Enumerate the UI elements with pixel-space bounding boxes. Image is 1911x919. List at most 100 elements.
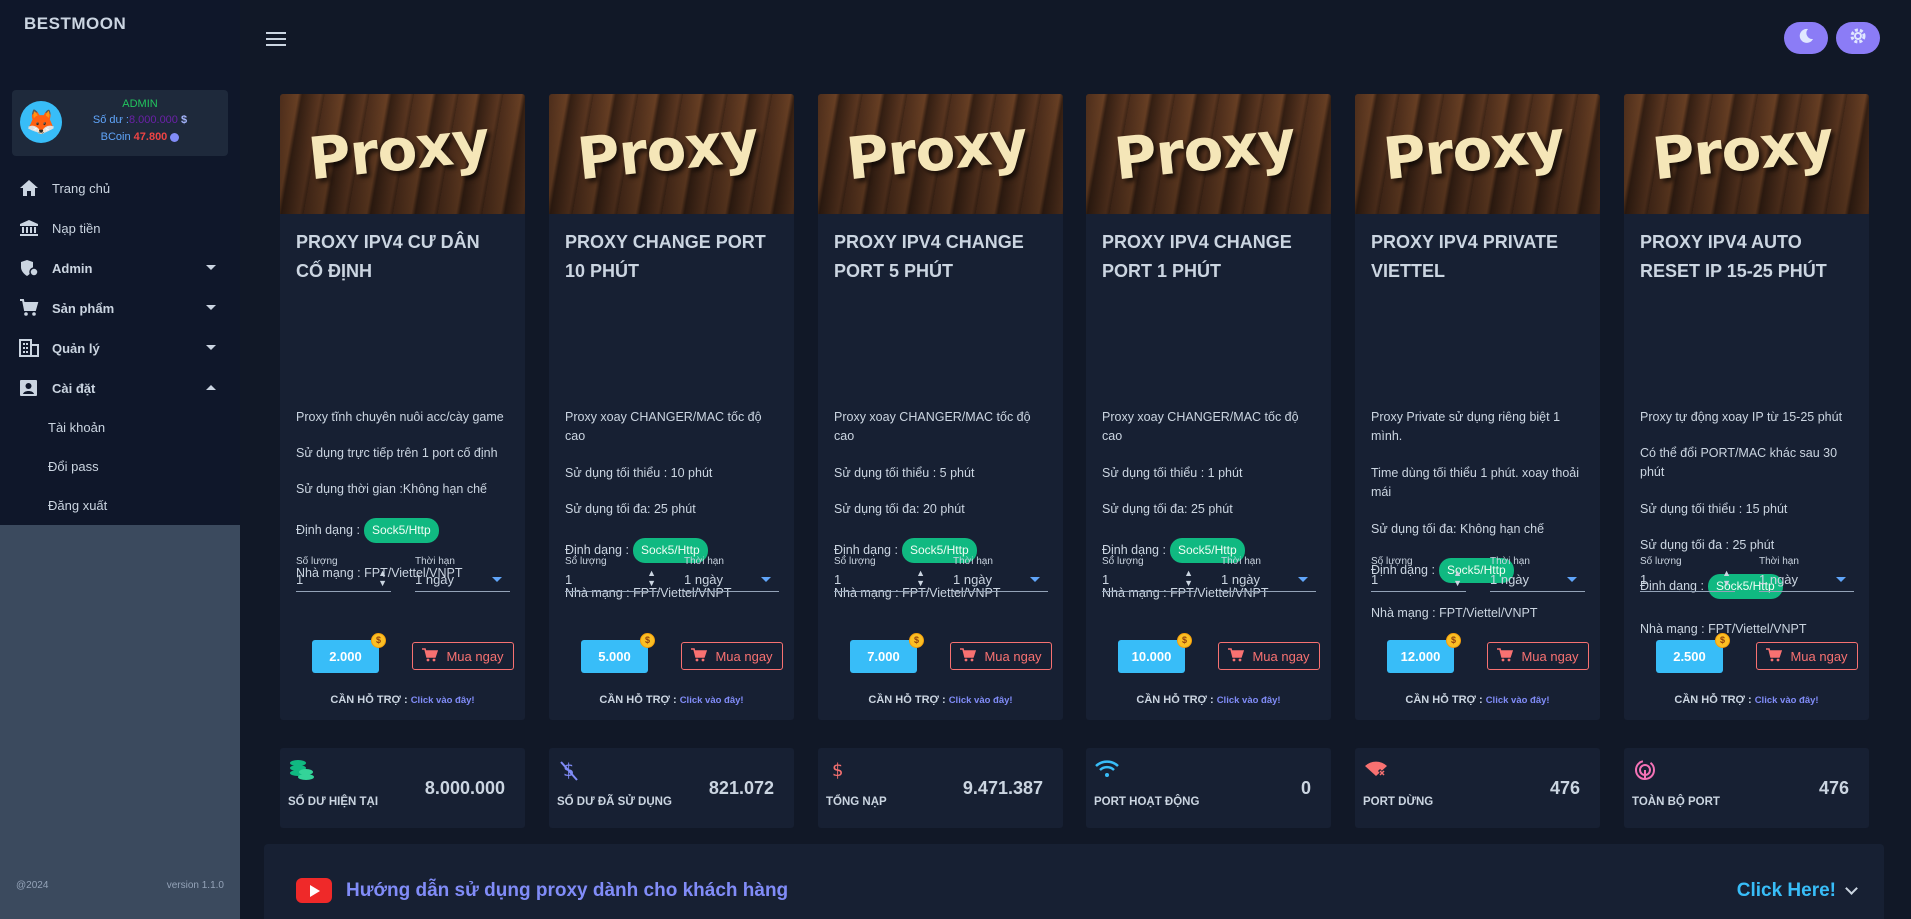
user-card: 🦊 ADMIN Số dư :8.000.000 $ BCoin 47.800	[12, 90, 228, 156]
coin-icon: $	[909, 633, 924, 648]
term-label: Thời hạn	[415, 556, 455, 567]
qty-label: Số lượng	[1371, 556, 1413, 567]
buy-now-button[interactable]: Mua ngay	[681, 642, 783, 670]
term-label: Thời hạn	[1221, 556, 1261, 567]
sidebar-item-label: Nạp tiền	[52, 220, 101, 236]
wifi-icon	[1094, 758, 1122, 784]
term-select[interactable]: 1 ngày	[953, 570, 1048, 592]
stepper-arrows-icon[interactable]: ▲ ▼	[1722, 568, 1731, 588]
sidebar-item-settings[interactable]: Cài đặt	[0, 368, 240, 408]
support-link[interactable]: Click vào đây!	[680, 695, 744, 706]
stepper-arrows-icon[interactable]: ▲ ▼	[1453, 568, 1462, 588]
price-button[interactable]: 2.500	[1656, 640, 1723, 673]
coins-icon	[288, 758, 316, 784]
quantity-stepper[interactable]: 1 ▲ ▼	[296, 568, 391, 592]
quantity-stepper[interactable]: 1 ▲ ▼	[1640, 568, 1735, 592]
chevron-down-icon	[1298, 577, 1308, 582]
stat-card-used: $ SỐ DƯ ĐÃ SỬ DỤNG 821.072	[549, 748, 794, 828]
buy-now-button[interactable]: Mua ngay	[950, 642, 1052, 670]
support-text: CẦN HỖ TRỢ : Click vào đây!	[330, 694, 475, 706]
buy-now-button[interactable]: Mua ngay	[1487, 642, 1589, 670]
buy-now-button[interactable]: Mua ngay	[412, 642, 514, 670]
buy-now-button[interactable]: Mua ngay	[1756, 642, 1858, 670]
price-button[interactable]: 5.000	[581, 640, 648, 673]
quantity-stepper[interactable]: 1 ▲ ▼	[834, 568, 929, 592]
support-link[interactable]: Click vào đây!	[1755, 695, 1819, 706]
chevron-down-icon	[492, 577, 502, 582]
term-label: Thời hạn	[953, 556, 993, 567]
price-button[interactable]: 12.000	[1387, 640, 1454, 673]
card-feature: Sử dụng tối thiểu : 5 phút	[834, 466, 975, 480]
support-link[interactable]: Click vào đây!	[411, 695, 475, 706]
sidebar-item-home[interactable]: Trang chủ	[0, 168, 240, 208]
sidebar-item-manage[interactable]: Quản lý	[0, 328, 240, 368]
stat-value: 8.000.000	[424, 778, 505, 798]
product-card: Proxy PROXY CHANGE PORT 10 PHÚT Proxy xo…	[549, 94, 794, 720]
chevron-down-icon[interactable]	[1845, 882, 1858, 895]
card-feature: Sử dụng thời gian :Không hạn chế	[296, 482, 488, 496]
coin-icon: $	[640, 633, 655, 648]
cart-icon	[1228, 647, 1245, 665]
term-select[interactable]: 1 ngày	[1221, 570, 1316, 592]
product-card: Proxy PROXY IPV4 PRIVATE VIETTEL Proxy P…	[1355, 94, 1600, 720]
quantity-stepper[interactable]: 1 ▲ ▼	[1371, 568, 1466, 592]
term-select[interactable]: 1 ngày	[415, 570, 510, 592]
sidebar-subitem-account[interactable]: Tài khoản	[0, 408, 240, 447]
stat-card-stopped-ports: PORT DỪNG 476	[1355, 748, 1600, 828]
settings-button[interactable]	[1836, 22, 1880, 54]
hamburger-menu-icon[interactable]	[266, 32, 286, 46]
sidebar-item-products[interactable]: Sản phẩm	[0, 288, 240, 328]
admin-shield-icon	[18, 258, 40, 278]
brand-logo[interactable]: BESTMOON	[24, 14, 126, 34]
support-text: CẦN HỖ TRỢ : Click vào đây!	[868, 694, 1013, 706]
sidebar-footer: @2024 version 1.1.0	[0, 880, 240, 891]
support-link[interactable]: Click vào đây!	[1486, 695, 1550, 706]
sidebar-subitem-change-pass[interactable]: Đổi pass	[0, 447, 240, 486]
stepper-arrows-icon[interactable]: ▲ ▼	[916, 568, 925, 588]
stepper-arrows-icon[interactable]: ▲ ▼	[378, 568, 387, 588]
card-image: Proxy	[549, 94, 794, 214]
dollar-slash-icon: $	[557, 758, 585, 784]
sidebar-subitem-logout[interactable]: Đăng xuất	[0, 486, 240, 525]
quantity-stepper[interactable]: 1 ▲ ▼	[565, 568, 660, 592]
price-button[interactable]: 7.000	[850, 640, 917, 673]
guide-link[interactable]: Click Here!	[1737, 880, 1836, 902]
sidebar-item-deposit[interactable]: Nạp tiền	[0, 208, 240, 248]
buy-now-button[interactable]: Mua ngay	[1218, 642, 1320, 670]
card-title: PROXY IPV4 PRIVATE VIETTEL	[1371, 232, 1559, 281]
guide-banner[interactable]: Hướng dẫn sử dụng proxy dành cho khách h…	[264, 844, 1884, 919]
cart-icon	[18, 298, 40, 318]
stepper-arrows-icon[interactable]: ▲ ▼	[647, 568, 656, 588]
bcoin-icon	[170, 132, 180, 142]
card-feature: Sử dụng trực tiếp trên 1 port cố định	[296, 446, 498, 460]
card-title: PROXY CHANGE PORT 10 PHÚT	[565, 232, 766, 281]
sidebar-panel: BESTMOON 🦊 ADMIN Số dư :8.000.000 $ BCoi…	[0, 0, 240, 525]
term-select[interactable]: 1 ngày	[684, 570, 779, 592]
stat-card-total: $ TỔNG NẠP 9.471.387	[818, 748, 1063, 828]
support-text: CẦN HỖ TRỢ : Click vào đây!	[1674, 694, 1819, 706]
stepper-arrows-icon[interactable]: ▲ ▼	[1184, 568, 1193, 588]
cart-icon	[422, 647, 439, 665]
price-button[interactable]: 2.000	[312, 640, 379, 673]
support-text: CẦN HỖ TRỢ : Click vào đây!	[599, 694, 744, 706]
price-button[interactable]: 10.000	[1118, 640, 1185, 673]
coin-icon: $	[1446, 633, 1461, 648]
term-select[interactable]: 1 ngày	[1490, 570, 1585, 592]
card-image: Proxy	[1624, 94, 1869, 214]
card-feature: Sử dụng tối thiểu : 15 phút	[1640, 502, 1788, 516]
card-title: PROXY IPV4 AUTO RESET IP 15-25 PHÚT	[1640, 232, 1827, 281]
dark-mode-toggle[interactable]	[1784, 22, 1828, 54]
cart-icon	[1497, 647, 1514, 665]
bank-icon	[18, 218, 40, 238]
chevron-down-icon	[1567, 577, 1577, 582]
qty-label: Số lượng	[296, 556, 338, 567]
sidebar-item-admin[interactable]: Admin	[0, 248, 240, 288]
card-image: Proxy	[280, 94, 525, 214]
support-link[interactable]: Click vào đây!	[1217, 695, 1281, 706]
quantity-stepper[interactable]: 1 ▲ ▼	[1102, 568, 1197, 592]
stat-card-balance: SỐ DƯ HIỆN TẠI 8.000.000	[280, 748, 525, 828]
sidebar-item-label: Admin	[52, 260, 93, 276]
term-select[interactable]: 1 ngày	[1759, 570, 1854, 592]
support-link[interactable]: Click vào đây!	[949, 695, 1013, 706]
card-title: PROXY IPV4 CHANGE PORT 5 PHÚT	[834, 232, 1024, 281]
